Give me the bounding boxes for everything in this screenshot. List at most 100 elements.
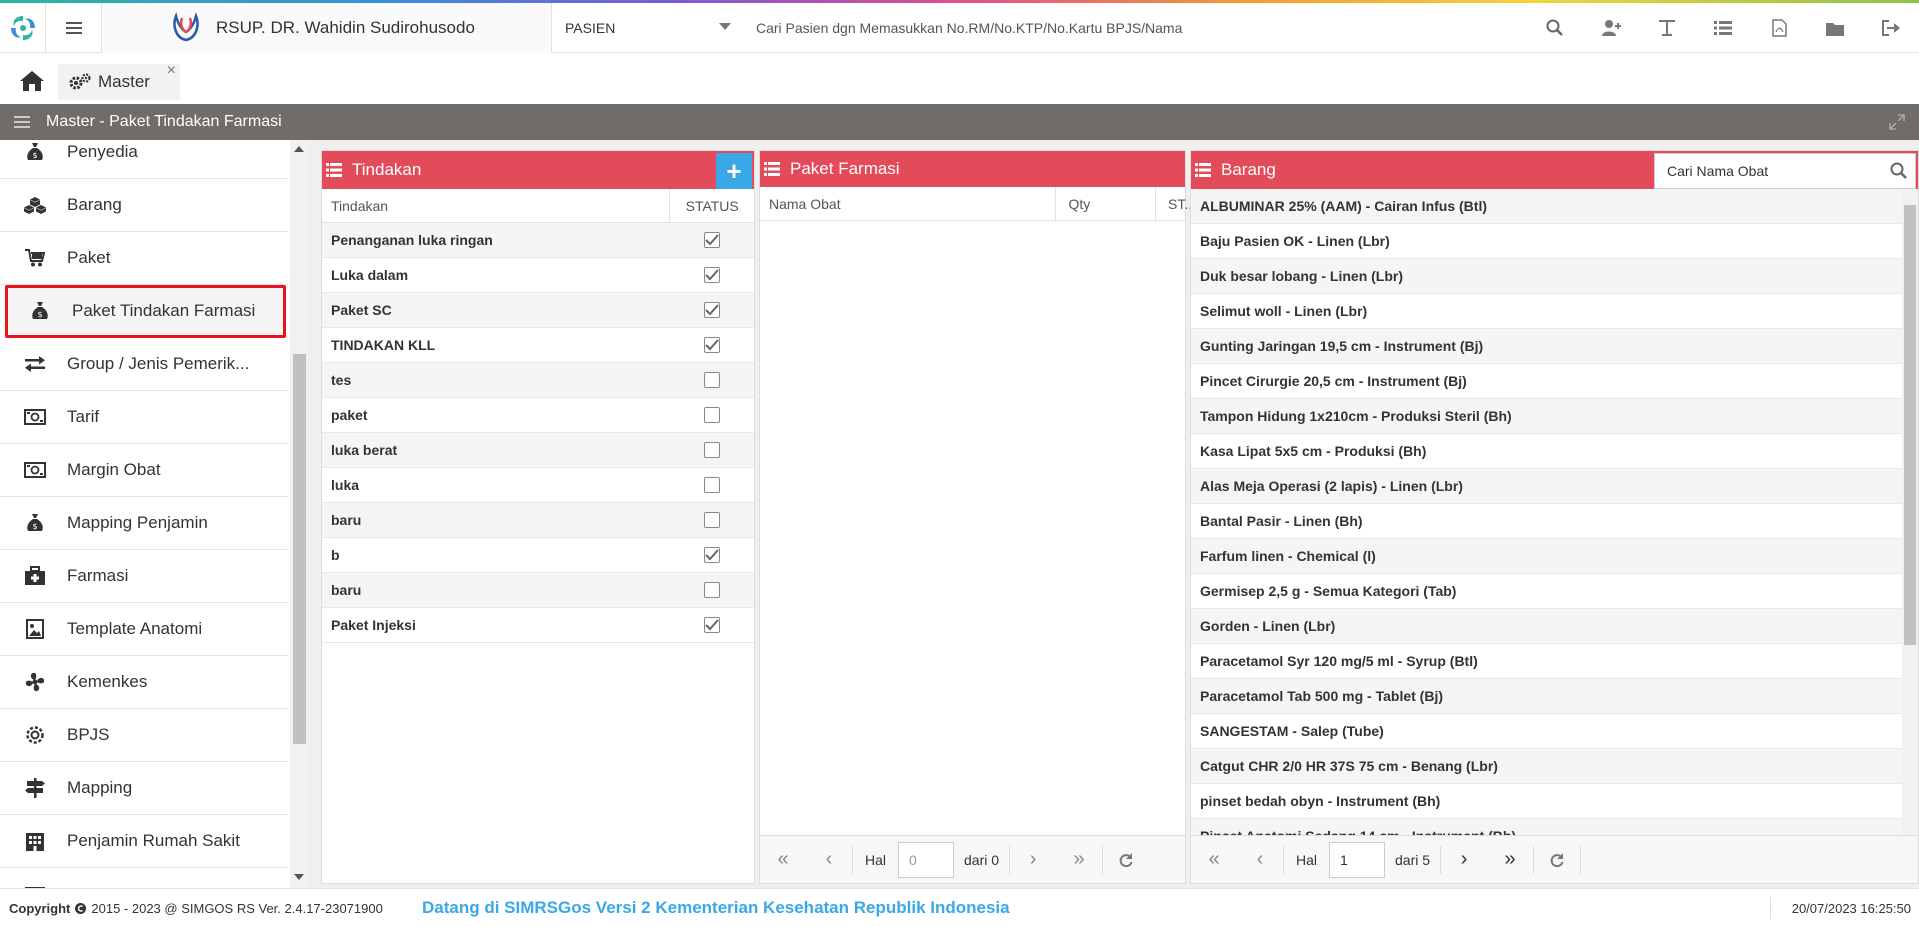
- hamburger-icon[interactable]: [14, 115, 30, 129]
- page-number-input[interactable]: [898, 841, 955, 878]
- table-row[interactable]: Penanganan luka ringan: [322, 223, 754, 258]
- text-button[interactable]: [1639, 3, 1695, 53]
- tab-master[interactable]: Master ×: [58, 62, 180, 100]
- col-status[interactable]: STATUS: [670, 198, 754, 214]
- last-page-button[interactable]: »: [1056, 836, 1102, 884]
- barang-item[interactable]: Selimut woll - Linen (Lbr): [1191, 294, 1904, 329]
- barang-item[interactable]: Germisep 2,5 g - Semua Kategori (Tab): [1191, 574, 1904, 609]
- table-row[interactable]: tes: [322, 363, 754, 398]
- table-row[interactable]: baru: [322, 573, 754, 608]
- col-status[interactable]: ST...: [1156, 196, 1196, 212]
- status-checkbox-checked[interactable]: [704, 547, 721, 563]
- barang-item[interactable]: Duk besar lobang - Linen (Lbr): [1191, 259, 1904, 294]
- app-logo[interactable]: [0, 3, 46, 53]
- scrollbar-thumb[interactable]: [1904, 205, 1916, 645]
- sidebar-item-[interactable]: ...: [0, 868, 288, 888]
- sidebar-item-group-jenis-pemerik[interactable]: Group / Jenis Pemerik...: [0, 338, 288, 391]
- barang-item[interactable]: Catgut CHR 2/0 HR 37S 75 cm - Benang (Lb…: [1191, 749, 1904, 784]
- sidebar-item-bpjs[interactable]: BPJS: [0, 709, 288, 762]
- sidebar-item-mapping-penjamin[interactable]: $ Mapping Penjamin: [0, 497, 288, 550]
- status-checkbox-checked[interactable]: [704, 617, 721, 633]
- search-icon[interactable]: [1890, 162, 1908, 180]
- table-row[interactable]: luka berat: [322, 433, 754, 468]
- first-page-button[interactable]: «: [1191, 836, 1237, 884]
- sidebar-item-tarif[interactable]: Tarif: [0, 391, 288, 444]
- folder-button[interactable]: [1807, 3, 1863, 53]
- col-tindakan[interactable]: Tindakan: [322, 188, 671, 223]
- barang-scrollbar[interactable]: [1902, 189, 1918, 837]
- sidebar-item-farmasi[interactable]: Farmasi: [0, 550, 288, 603]
- pdf-button[interactable]: [1751, 3, 1807, 53]
- sidebar-item-barang[interactable]: Barang: [0, 179, 288, 232]
- status-checkbox-checked[interactable]: [704, 267, 721, 283]
- barang-item[interactable]: Farfum linen - Chemical (l): [1191, 539, 1904, 574]
- table-row[interactable]: Paket Injeksi: [322, 608, 754, 643]
- scrollbar-thumb[interactable]: [293, 354, 306, 744]
- barang-item[interactable]: Kasa Lipat 5x5 cm - Produksi (Bh): [1191, 434, 1904, 469]
- add-patient-button[interactable]: [1583, 3, 1639, 53]
- status-checkbox[interactable]: [704, 442, 721, 458]
- menu-toggle-button[interactable]: [46, 3, 102, 53]
- refresh-button[interactable]: [1534, 836, 1580, 884]
- search-button[interactable]: [1527, 3, 1583, 53]
- table-row[interactable]: paket: [322, 398, 754, 433]
- table-row[interactable]: TINDAKAN KLL: [322, 328, 754, 363]
- barang-item[interactable]: Gorden - Linen (Lbr): [1191, 609, 1904, 644]
- barang-item[interactable]: Pincet Cirurgie 20,5 cm - Instrument (Bj…: [1191, 364, 1904, 399]
- sidebar-item-paket-tindakan-farmasi[interactable]: $ Paket Tindakan Farmasi: [5, 285, 286, 338]
- prev-page-button[interactable]: ‹: [1237, 836, 1283, 884]
- barang-item[interactable]: pinset bedah obyn - Instrument (Bh): [1191, 784, 1904, 819]
- barang-item[interactable]: Bantal Pasir - Linen (Bh): [1191, 504, 1904, 539]
- status-checkbox-checked[interactable]: [704, 337, 721, 353]
- status-checkbox[interactable]: [704, 372, 721, 388]
- table-row[interactable]: baru: [322, 503, 754, 538]
- sidebar-item-template-anatomi[interactable]: Template Anatomi: [0, 603, 288, 656]
- table-row[interactable]: luka: [322, 468, 754, 503]
- barang-item[interactable]: Alas Meja Operasi (2 lapis) - Linen (Lbr…: [1191, 469, 1904, 504]
- home-tab[interactable]: [14, 66, 50, 96]
- status-checkbox[interactable]: [704, 512, 721, 528]
- sidebar-scrollbar[interactable]: [290, 140, 308, 888]
- status-checkbox[interactable]: [704, 477, 721, 493]
- status-checkbox[interactable]: [704, 407, 721, 423]
- sidebar-item-paket[interactable]: Paket: [0, 232, 288, 285]
- logout-button[interactable]: [1863, 3, 1919, 53]
- barang-search-input[interactable]: [1667, 163, 1882, 179]
- next-page-button[interactable]: ›: [1441, 836, 1487, 884]
- table-row[interactable]: Luka dalam: [322, 258, 754, 293]
- barang-item[interactable]: Baju Pasien OK - Linen (Lbr): [1191, 224, 1904, 259]
- refresh-button[interactable]: [1103, 836, 1149, 884]
- scroll-down-icon[interactable]: [294, 874, 304, 880]
- col-qty[interactable]: Qty: [1056, 186, 1156, 221]
- close-icon[interactable]: ×: [167, 62, 176, 80]
- patient-search-input[interactable]: [756, 3, 1516, 53]
- sidebar-item-penyedia[interactable]: $ Penyedia: [0, 140, 288, 179]
- sidebar-item-penjamin-rumah-sakit[interactable]: Penjamin Rumah Sakit: [0, 815, 288, 868]
- page-number-input[interactable]: [1329, 841, 1386, 878]
- barang-item[interactable]: Gunting Jaringan 19,5 cm - Instrument (B…: [1191, 329, 1904, 364]
- add-tindakan-button[interactable]: +: [716, 153, 752, 189]
- col-nama-obat[interactable]: Nama Obat: [760, 186, 1057, 221]
- sidebar-item-margin-obat[interactable]: Margin Obat: [0, 444, 288, 497]
- barang-item[interactable]: Tampon Hidung 1x210cm - Produksi Steril …: [1191, 399, 1904, 434]
- sidebar-item-mapping[interactable]: Mapping: [0, 762, 288, 815]
- status-checkbox[interactable]: [704, 582, 721, 598]
- status-checkbox-checked[interactable]: [704, 232, 721, 248]
- scroll-up-icon[interactable]: [294, 146, 304, 152]
- sidebar-item-kemenkes[interactable]: Kemenkes: [0, 656, 288, 709]
- status-checkbox-checked[interactable]: [704, 302, 721, 318]
- expand-icon[interactable]: [1889, 114, 1905, 130]
- first-page-button[interactable]: «: [760, 836, 806, 884]
- barang-item[interactable]: Paracetamol Syr 120 mg/5 ml - Syrup (Btl…: [1191, 644, 1904, 679]
- table-row[interactable]: b: [322, 538, 754, 573]
- next-page-button[interactable]: ›: [1010, 836, 1056, 884]
- barang-item[interactable]: SANGESTAM - Salep (Tube): [1191, 714, 1904, 749]
- patient-type-select[interactable]: PASIEN: [553, 3, 733, 53]
- tindakan-name: Paket SC: [331, 302, 392, 318]
- prev-page-button[interactable]: ‹: [806, 836, 852, 884]
- barang-item[interactable]: ALBUMINAR 25% (AAM) - Cairan Infus (Btl): [1191, 189, 1904, 224]
- last-page-button[interactable]: »: [1487, 836, 1533, 884]
- table-row[interactable]: Paket SC: [322, 293, 754, 328]
- barang-item[interactable]: Paracetamol Tab 500 mg - Tablet (Bj): [1191, 679, 1904, 714]
- list-button[interactable]: [1695, 3, 1751, 53]
